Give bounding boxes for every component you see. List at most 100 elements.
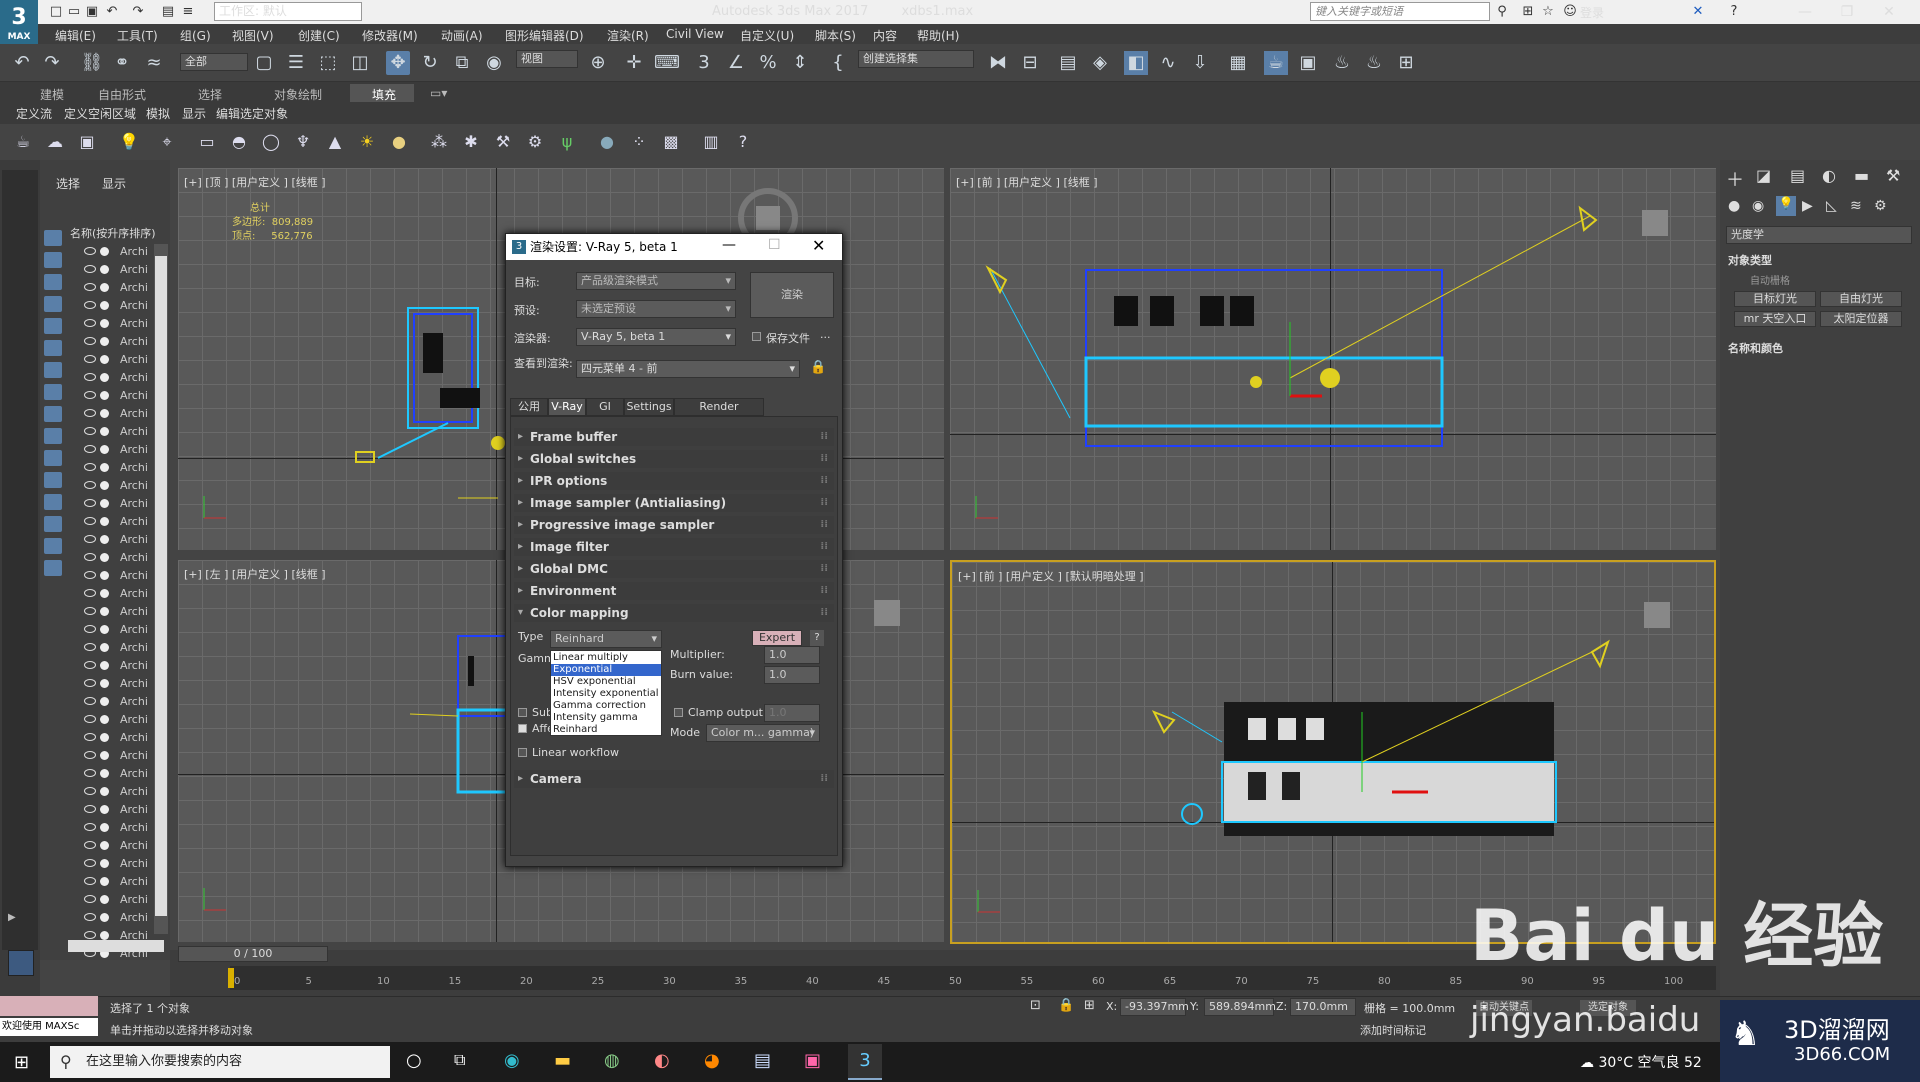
layout-tab-icon[interactable] (8, 950, 34, 976)
freeze-icon[interactable] (100, 247, 109, 256)
tab-common[interactable]: 公用 (510, 398, 548, 416)
plane-icon[interactable]: ▭ (196, 131, 218, 153)
firefox-icon[interactable]: ◕ (704, 1050, 720, 1071)
eye-icon[interactable] (84, 589, 96, 597)
eye-icon[interactable] (84, 481, 96, 489)
cm-option-intensity-exponential[interactable]: Intensity exponential (551, 688, 661, 700)
open-file-icon[interactable]: ▭ (66, 4, 82, 20)
scene-row[interactable]: Archi (70, 892, 160, 910)
rotate-icon[interactable]: ↻ (418, 51, 442, 75)
user-icon[interactable]: ☺ (1562, 4, 1578, 20)
chrome-icon[interactable]: ◍ (604, 1050, 620, 1071)
preset-dropdown[interactable]: 未选定预设 ▾ (576, 300, 736, 318)
eye-icon[interactable] (84, 301, 96, 309)
freeze-icon[interactable] (100, 751, 109, 760)
scene-row[interactable]: Archi (70, 496, 160, 514)
cm-option-linear-multiply[interactable]: Linear multiply (551, 652, 661, 664)
scene-row[interactable]: Archi (70, 478, 160, 496)
eye-icon[interactable] (84, 859, 96, 867)
menu-civil-view[interactable]: Civil View (666, 27, 724, 41)
rollout-environment[interactable]: Environment ⁞⁞ (514, 582, 834, 600)
scene-row[interactable]: Archi (70, 874, 160, 892)
freeze-icon[interactable] (100, 877, 109, 886)
settings-icon[interactable]: ≡ (180, 4, 196, 20)
scene-explorer-icon[interactable]: ▤ (1056, 51, 1080, 75)
freeze-icon[interactable] (100, 373, 109, 382)
restore-icon[interactable]: ❐ (1832, 2, 1862, 22)
eye-icon[interactable] (84, 913, 96, 921)
eye-icon[interactable] (84, 535, 96, 543)
eye-icon[interactable] (84, 841, 96, 849)
viewport-front[interactable]: [+] [前 ] [用户定义 ] [线框 ] (950, 168, 1716, 550)
percent-snap-icon[interactable]: % (756, 51, 780, 75)
scene-converter-icon[interactable]: ▥ (700, 131, 722, 153)
render-setup-icon[interactable]: ☕ (1264, 51, 1288, 75)
eye-icon[interactable] (84, 499, 96, 507)
scene-row[interactable]: Archi (70, 856, 160, 874)
close-icon[interactable]: ✕ (1874, 2, 1904, 22)
scene-row[interactable]: Archi (70, 532, 160, 550)
new-file-icon[interactable]: □ (48, 4, 64, 20)
cm-option-gamma-correction[interactable]: Gamma correction (551, 700, 661, 712)
scene-row[interactable]: Archi (70, 550, 160, 568)
scene-row[interactable]: Archi (70, 316, 160, 334)
cloud-icon[interactable]: ☁ (44, 131, 66, 153)
expand-arrow-icon[interactable]: ▶ (8, 912, 16, 923)
sphere-icon[interactable]: ◯ (260, 131, 282, 153)
freeze-icon[interactable] (100, 571, 109, 580)
scene-sort-header[interactable]: 名称(按升序排序) (70, 225, 156, 241)
rendered-frame-window-icon[interactable]: ▣ (1296, 51, 1320, 75)
angle-snap-icon[interactable]: ∠ (724, 51, 748, 75)
notes-icon[interactable]: ▤ (754, 1050, 771, 1071)
scene-row[interactable]: Archi (70, 244, 160, 262)
eye-icon[interactable] (84, 661, 96, 669)
scene-row[interactable]: Archi (70, 352, 160, 370)
edge-icon[interactable]: ◉ (504, 1050, 520, 1071)
scene-row[interactable]: Archi (70, 406, 160, 424)
menu-graph-editors[interactable]: 图形编辑器(D) (505, 27, 584, 44)
eye-icon[interactable] (84, 679, 96, 687)
current-frame-marker[interactable] (228, 968, 234, 988)
hidden-icon[interactable] (44, 472, 62, 488)
app-icon[interactable]: ◐ (654, 1050, 670, 1071)
freeze-icon[interactable] (100, 733, 109, 742)
freeze-icon[interactable] (100, 589, 109, 598)
menu-scripting[interactable]: 脚本(S) (815, 27, 856, 44)
modify-tab-icon[interactable]: ◪ (1756, 166, 1771, 185)
pivot-icon[interactable]: ⊕ (586, 51, 610, 75)
light-icon[interactable] (44, 274, 62, 290)
tab-render-elements[interactable]: Render Elements (674, 398, 764, 429)
freeze-icon[interactable] (100, 607, 109, 616)
eye-icon[interactable] (84, 265, 96, 273)
scene-row[interactable]: Archi (70, 424, 160, 442)
motion-tab-icon[interactable]: ◐ (1822, 166, 1836, 185)
isolate-icon[interactable]: ⊡ (1030, 998, 1041, 1013)
ribbon-tab-selection[interactable]: 选择 (198, 86, 222, 103)
dialog-close-icon[interactable]: ✕ (812, 236, 825, 255)
menu-animation[interactable]: 动画(A) (441, 27, 483, 44)
eye-icon[interactable] (84, 805, 96, 813)
scene-row[interactable]: Archi (70, 280, 160, 298)
eye-icon[interactable] (84, 643, 96, 651)
particle-icon[interactable] (44, 516, 62, 532)
freeze-icon[interactable] (100, 823, 109, 832)
rollout-image-filter[interactable]: Image filter ⁞⁞ (514, 538, 834, 556)
menu-rendering[interactable]: 渲染(R) (607, 27, 649, 44)
freeze-icon[interactable] (100, 895, 109, 904)
camera-icon[interactable]: ⌖ (156, 131, 178, 153)
rollout-progressive-sampler[interactable]: Progressive image sampler ⁞⁞ (514, 516, 834, 534)
scene-row[interactable]: Archi (70, 262, 160, 280)
rect-selection-icon[interactable]: ⬚ (316, 51, 340, 75)
dialog-minimize-icon[interactable]: — (722, 237, 736, 253)
filter-icon[interactable] (44, 538, 62, 554)
spinner-snap-icon[interactable]: ⇕ (788, 51, 812, 75)
mirror-icon[interactable]: ⧓ (986, 51, 1010, 75)
scene-row[interactable]: Archi (70, 514, 160, 532)
eye-icon[interactable] (84, 391, 96, 399)
menu-edit[interactable]: 编辑(E) (55, 27, 96, 44)
rollout-global-dmc[interactable]: Global DMC ⁞⁞ (514, 560, 834, 578)
ribbon-display[interactable]: 显示 (182, 105, 206, 122)
eye-icon[interactable] (84, 571, 96, 579)
rollout-global-switches[interactable]: Global switches ⁞⁞ (514, 450, 834, 468)
name-color-header[interactable]: 名称和颜色 (1728, 340, 1912, 356)
